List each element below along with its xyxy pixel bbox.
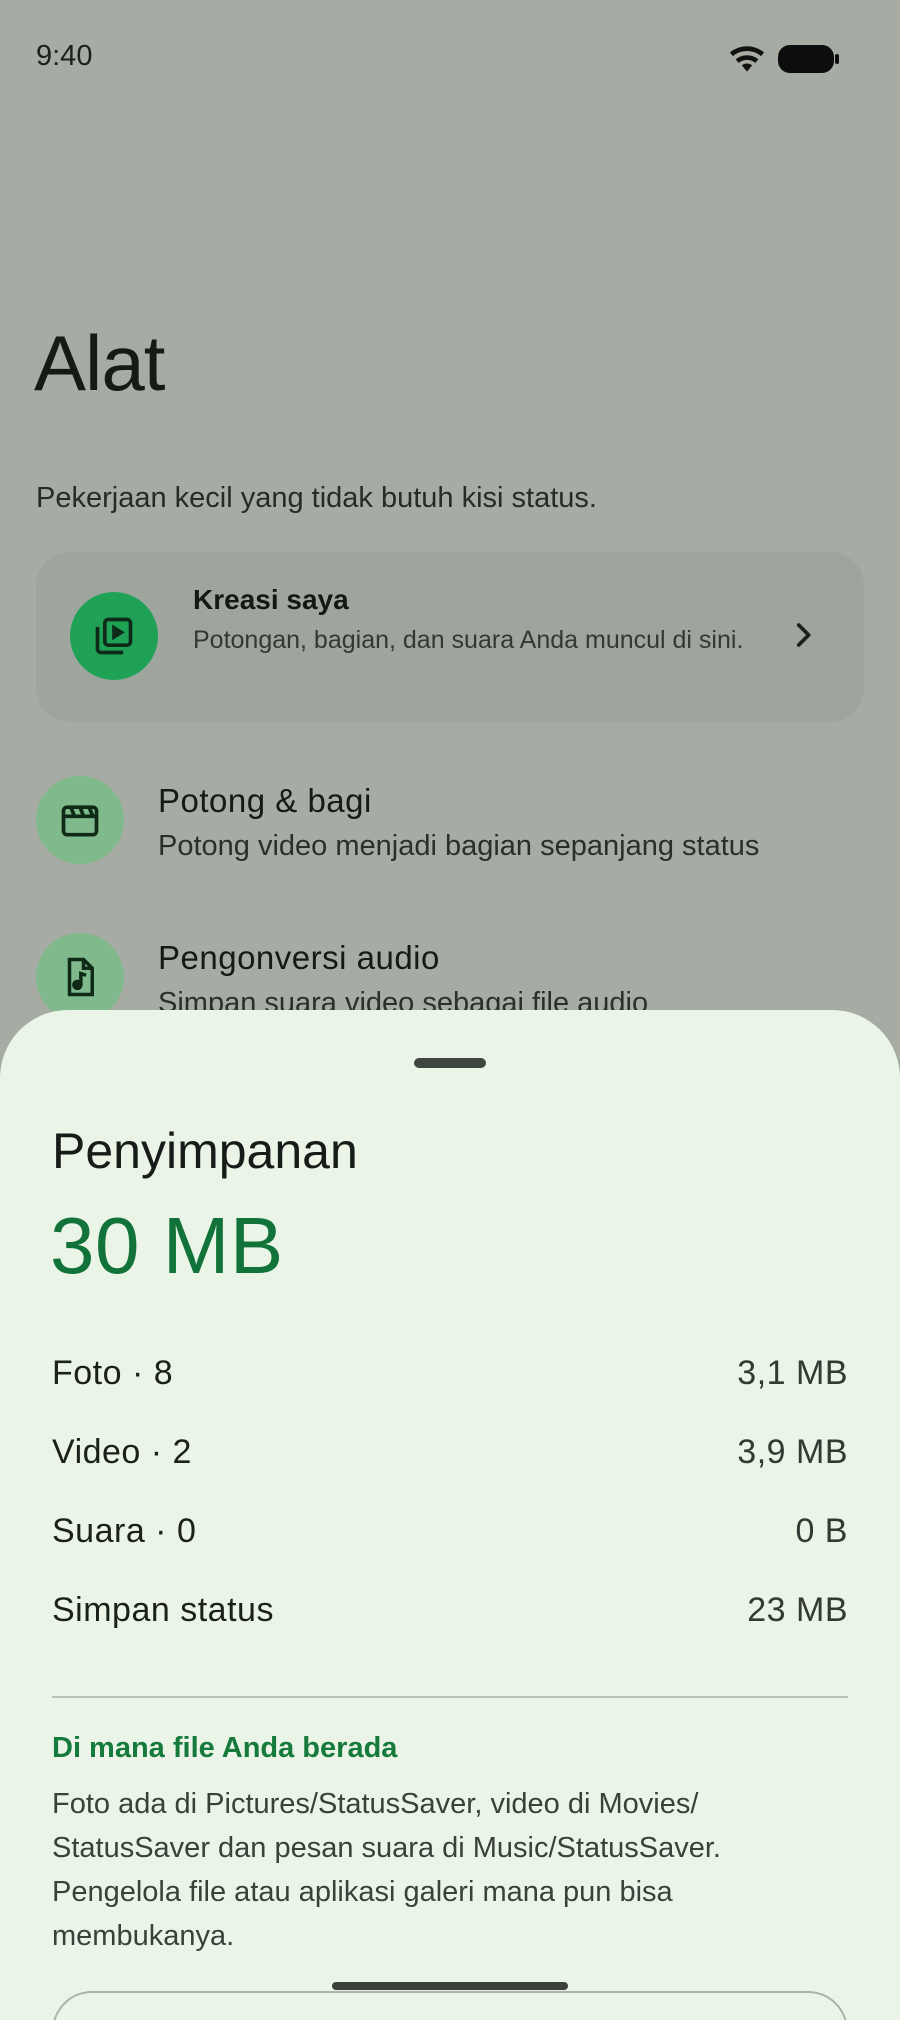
clapperboard-icon [36, 776, 124, 864]
tool-description: Potong video menjadi bagian sepanjang st… [158, 830, 760, 862]
stat-label: Video · 2 [52, 1433, 192, 1471]
sheet-action-button[interactable] [52, 1991, 848, 2020]
tool-trim-split[interactable]: Potong & bagi Potong video menjadi bagia… [36, 776, 876, 886]
sheet-title: Penyimpanan [52, 1123, 358, 1179]
drag-handle[interactable] [414, 1058, 486, 1068]
stat-row-videos: Video · 2 3,9 MB [52, 1433, 848, 1483]
stat-value: 3,1 MB [737, 1354, 848, 1392]
tool-title: Pengonversi audio [158, 939, 440, 976]
battery-icon [778, 45, 839, 73]
file-location-heading: Di mana file Anda berada [52, 1732, 398, 1764]
page-title: Alat [34, 319, 165, 407]
storage-total: 30 MB [50, 1201, 284, 1290]
stat-row-saved-status: Simpan status 23 MB [52, 1591, 848, 1641]
chevron-right-icon [796, 623, 811, 647]
stat-row-voice: Suara · 0 0 B [52, 1512, 848, 1562]
my-creations-card[interactable]: Kreasi saya Potongan, bagian, dan suara … [36, 552, 864, 722]
wifi-icon [729, 46, 765, 72]
video-library-icon [70, 592, 158, 680]
card-title: Kreasi saya [193, 584, 349, 615]
tool-title: Potong & bagi [158, 782, 372, 819]
status-bar: 9:40 [0, 0, 900, 116]
stat-label: Simpan status [52, 1591, 274, 1629]
stat-row-photos: Foto · 8 3,1 MB [52, 1354, 848, 1404]
gesture-navigation-bar[interactable] [332, 1982, 568, 1990]
storage-bottom-sheet: Penyimpanan 30 MB Foto · 8 3,1 MB Video … [0, 1010, 900, 2020]
file-location-description: Foto ada di Pictures/StatusSaver, video … [52, 1788, 721, 1952]
page-subtitle: Pekerjaan kecil yang tidak butuh kisi st… [36, 482, 597, 514]
stat-value: 0 B [795, 1512, 848, 1550]
stat-label: Foto · 8 [52, 1354, 174, 1392]
card-description: Potongan, bagian, dan suara Anda muncul … [193, 626, 744, 654]
audio-file-icon [36, 933, 124, 1021]
stat-label: Suara · 0 [52, 1512, 197, 1550]
stat-value: 23 MB [747, 1591, 848, 1629]
divider [52, 1696, 848, 1698]
stat-value: 3,9 MB [737, 1433, 848, 1471]
status-time: 9:40 [36, 40, 93, 72]
